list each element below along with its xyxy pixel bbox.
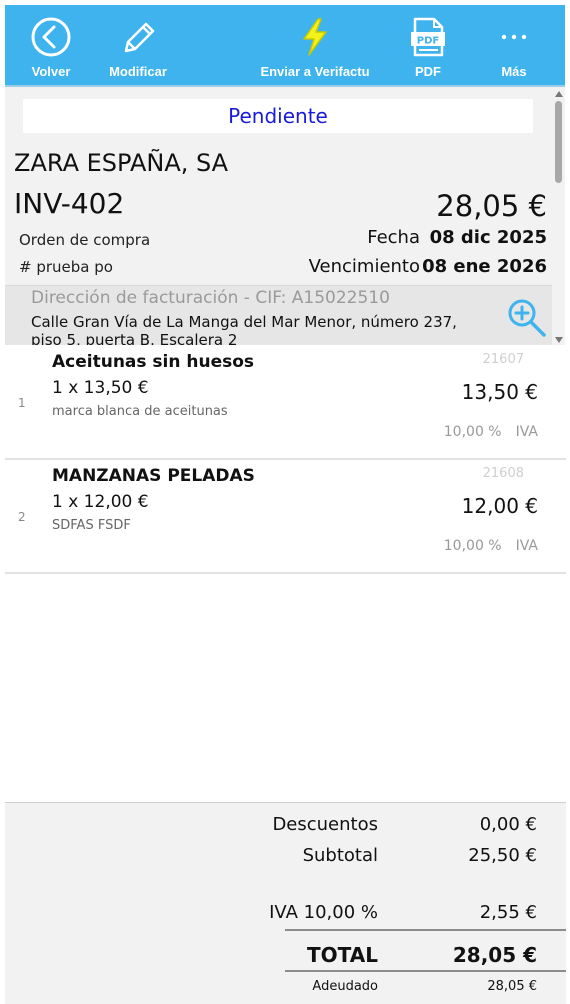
more-button-label: Más — [501, 64, 527, 79]
total-label: TOTAL — [307, 943, 378, 967]
scrollbar-thumb[interactable] — [555, 101, 562, 183]
pdf-file-icon: PDF — [411, 17, 445, 57]
line-item-tax: 10,00 % IVA — [444, 538, 538, 554]
line-item-qty-price: 1 x 12,00 € — [52, 492, 149, 512]
back-circle-icon — [31, 17, 71, 57]
amount-due-value: 28,05 € — [487, 979, 537, 994]
send-verifactu-label: Enviar a Verifactu — [260, 64, 370, 79]
line-item[interactable]: 1 Aceitunas sin huesos 1 x 13,50 € marca… — [5, 346, 566, 460]
pdf-button[interactable]: PDF PDF — [395, 5, 461, 85]
billing-title: Dirección de facturación - CIF: A1502251… — [31, 288, 390, 308]
line-item-tax-rate: 10,00 % — [443, 424, 502, 440]
line-items-list: 1 Aceitunas sin huesos 1 x 13,50 € marca… — [5, 346, 566, 574]
line-item-index: 1 — [18, 396, 26, 410]
line-item-name: MANZANAS PELADAS — [52, 466, 255, 486]
line-item[interactable]: 2 MANZANAS PELADAS 1 x 12,00 € SDFAS FSD… — [5, 460, 566, 574]
billing-address-panel[interactable]: Dirección de facturación - CIF: A1502251… — [5, 285, 552, 345]
invoice-header: Pendiente ZARA ESPAÑA, SA INV-402 28,05 … — [5, 87, 552, 345]
due-date-label: Vencimiento — [308, 256, 420, 277]
send-verifactu-button[interactable]: Enviar a Verifactu — [245, 5, 385, 85]
pdf-button-label: PDF — [415, 64, 441, 79]
billing-address: Calle Gran Vía de La Manga del Mar Menor… — [31, 313, 457, 345]
pencil-icon — [124, 22, 155, 53]
line-item-name: Aceitunas sin huesos — [52, 352, 255, 372]
line-item-amount: 12,00 € — [461, 494, 538, 518]
invoice-number: INV-402 — [14, 187, 125, 220]
purchase-order-label: Orden de compra — [19, 231, 151, 249]
line-item-tax: 10,00 % IVA — [444, 424, 538, 440]
scroll-up-arrow-icon[interactable] — [555, 91, 563, 97]
pdf-icon-text: PDF — [417, 36, 439, 47]
more-dots-icon — [501, 34, 527, 40]
due-date-value: 08 ene 2026 — [422, 256, 547, 277]
discounts-value: 0,00 € — [479, 814, 537, 835]
line-item-code: 21608 — [482, 466, 524, 481]
back-button-label: Volver — [31, 64, 71, 79]
line-item-code: 21607 — [482, 352, 524, 367]
toolbar: Volver Modificar Enviar a Verifactu PDF … — [5, 5, 565, 87]
tax-label: IVA 10,00 % — [269, 902, 378, 923]
invoice-total: 28,05 € — [436, 189, 547, 223]
line-item-description: SDFAS FSDF — [52, 518, 131, 533]
date-label: Fecha — [367, 227, 420, 248]
line-item-description: marca blanca de aceitunas — [52, 404, 228, 419]
subtotal-label: Subtotal — [302, 845, 378, 866]
totals-divider — [285, 970, 566, 972]
line-item-tax-name: IVA — [515, 424, 538, 440]
customer-name: ZARA ESPAÑA, SA — [14, 149, 229, 177]
edit-button[interactable]: Modificar — [97, 5, 179, 85]
status-badge: Pendiente — [23, 99, 533, 133]
total-value: 28,05 € — [452, 943, 537, 967]
line-item-index: 2 — [18, 510, 26, 524]
scroll-down-arrow-icon[interactable] — [555, 337, 563, 343]
line-item-amount: 13,50 € — [461, 380, 538, 404]
date-value: 08 dic 2025 — [429, 227, 547, 248]
totals-divider — [285, 929, 566, 931]
edit-button-label: Modificar — [109, 64, 167, 79]
line-item-tax-name: IVA — [515, 538, 538, 554]
purchase-order-value: # prueba po — [19, 258, 113, 276]
lightning-icon — [303, 18, 327, 56]
tax-value: 2,55 € — [479, 902, 537, 923]
subtotal-value: 25,50 € — [468, 845, 537, 866]
back-button[interactable]: Volver — [5, 5, 97, 85]
header-scrollbar[interactable] — [552, 87, 565, 345]
discounts-label: Descuentos — [272, 814, 378, 835]
line-item-qty-price: 1 x 13,50 € — [52, 378, 149, 398]
totals-panel: Descuentos 0,00 € Subtotal 25,50 € IVA 1… — [5, 802, 566, 1004]
amount-due-label: Adeudado — [312, 979, 378, 994]
line-item-tax-rate: 10,00 % — [443, 538, 502, 554]
zoom-in-icon[interactable] — [503, 294, 551, 342]
more-button[interactable]: Más — [481, 5, 547, 85]
